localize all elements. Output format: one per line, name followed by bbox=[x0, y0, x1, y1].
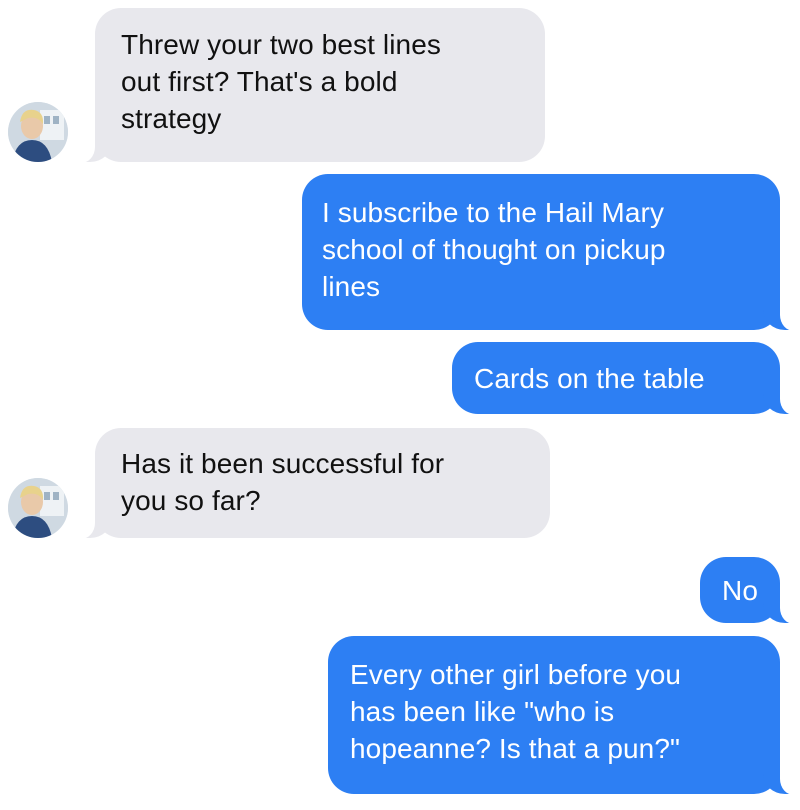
received-message-bubble[interactable]: Has it been successful for you so far? bbox=[71, 428, 550, 539]
received-message-bubble[interactable]: Threw your two best lines out first? Tha… bbox=[71, 8, 545, 163]
message-thread[interactable]: Threw your two best lines out first? Tha… bbox=[0, 0, 800, 810]
message-text: Cards on the table bbox=[474, 363, 705, 394]
contact-photo-icon bbox=[8, 478, 68, 538]
sent-message-bubble[interactable]: Cards on the table bbox=[452, 342, 800, 415]
message-text: I subscribe to the Hail Mary school of t… bbox=[322, 197, 666, 302]
contact-photo-icon bbox=[8, 102, 68, 162]
message-text: Threw your two best lines out first? Tha… bbox=[121, 29, 441, 134]
sent-message-bubble[interactable]: I subscribe to the Hail Mary school of t… bbox=[302, 174, 800, 331]
message-text: Has it been successful for you so far? bbox=[121, 448, 445, 516]
message-text: Every other girl before you has been lik… bbox=[350, 659, 682, 764]
contact-avatar[interactable] bbox=[8, 478, 68, 538]
sent-message-bubble[interactable]: No bbox=[700, 557, 800, 624]
sent-message-bubble[interactable]: Every other girl before you has been lik… bbox=[328, 636, 800, 795]
contact-avatar[interactable] bbox=[8, 102, 68, 162]
message-text: No bbox=[722, 575, 758, 606]
